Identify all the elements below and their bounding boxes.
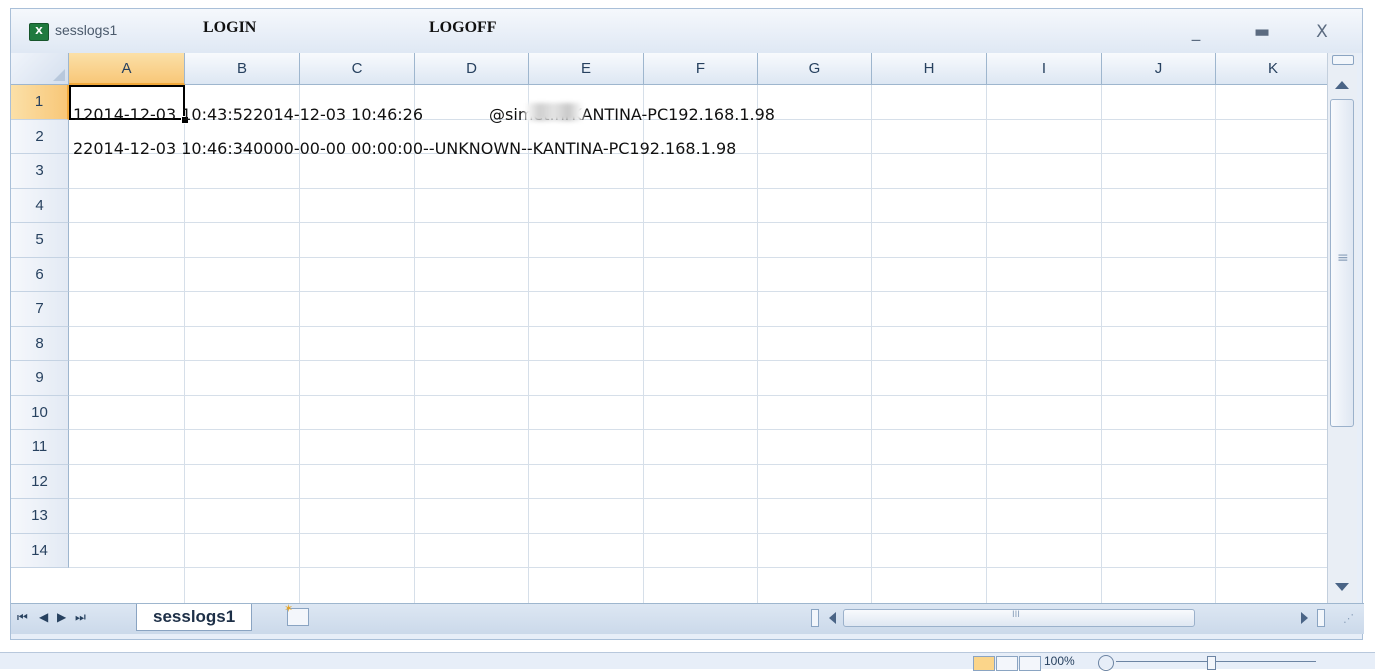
horizontal-scroll-thumb[interactable] bbox=[843, 609, 1195, 627]
row-gridline bbox=[69, 394, 1327, 396]
row-header-14[interactable]: 14 bbox=[11, 533, 69, 568]
column-header-d[interactable]: D bbox=[415, 53, 529, 85]
split-box-top[interactable] bbox=[1332, 55, 1354, 65]
row-gridline bbox=[69, 463, 1327, 465]
column-header-c[interactable]: C bbox=[300, 53, 415, 85]
vertical-scrollbar[interactable] bbox=[1327, 53, 1357, 603]
column-header-h[interactable]: H bbox=[872, 53, 987, 85]
zoom-level[interactable]: 100% bbox=[1044, 654, 1075, 668]
select-all-corner[interactable] bbox=[11, 53, 69, 85]
minimize-button[interactable]: _ bbox=[1179, 21, 1213, 43]
row-gridline bbox=[69, 567, 1327, 568]
column-gridline bbox=[414, 85, 415, 603]
excel-window: X sesslogs1 LOGIN LOGOFF _ ▬ X ABCDEFGHI… bbox=[10, 8, 1364, 640]
redaction-blur bbox=[525, 103, 583, 121]
row-header-8[interactable]: 8 bbox=[11, 326, 69, 361]
title-bar: X sesslogs1 LOGIN LOGOFF _ ▬ X bbox=[11, 9, 1362, 53]
last-sheet-icon[interactable]: ⏭ bbox=[75, 610, 86, 625]
row-gridline bbox=[69, 532, 1327, 534]
column-gridline bbox=[1101, 85, 1102, 603]
row-header-12[interactable]: 12 bbox=[11, 464, 69, 499]
vertical-scroll-thumb[interactable] bbox=[1330, 99, 1354, 427]
normal-view-button[interactable] bbox=[973, 656, 995, 671]
close-button[interactable]: X bbox=[1305, 21, 1339, 43]
status-bar: 100% bbox=[0, 652, 1375, 671]
zoom-out-icon[interactable] bbox=[1098, 655, 1114, 671]
row-header-11[interactable]: 11 bbox=[11, 430, 69, 465]
row-header-2[interactable]: 2 bbox=[11, 119, 69, 154]
column-gridline bbox=[986, 85, 987, 603]
cell-a2[interactable]: 22014-12-03 10:46:340000-00-00 00:00:00-… bbox=[73, 139, 736, 158]
column-header-j[interactable]: J bbox=[1102, 53, 1216, 85]
scroll-left-icon[interactable] bbox=[829, 612, 836, 624]
zoom-slider[interactable] bbox=[1116, 661, 1316, 662]
row-header-4[interactable]: 4 bbox=[11, 188, 69, 223]
column-header-i[interactable]: I bbox=[987, 53, 1102, 85]
row-gridline bbox=[69, 256, 1327, 258]
split-box-left[interactable] bbox=[811, 609, 819, 627]
row-header-6[interactable]: 6 bbox=[11, 257, 69, 292]
row-gridline bbox=[69, 325, 1327, 327]
insert-sheet-icon[interactable] bbox=[284, 602, 309, 626]
spreadsheet-grid[interactable]: ABCDEFGHIJK 1 2 3 4 5 6 7 8 9 10 11 12 13 14 12014-12… bbox=[11, 53, 1327, 603]
first-sheet-icon[interactable]: ⏮ bbox=[17, 610, 28, 625]
page-break-button[interactable] bbox=[1019, 656, 1041, 671]
column-gridline bbox=[871, 85, 872, 603]
logoff-annotation: LOGOFF bbox=[429, 19, 497, 36]
column-gridline bbox=[299, 85, 300, 603]
horizontal-scrollbar[interactable] bbox=[811, 609, 1331, 627]
row-gridline bbox=[69, 498, 1327, 499]
scroll-up-icon[interactable] bbox=[1335, 81, 1349, 89]
row-header-13[interactable]: 13 bbox=[11, 499, 69, 534]
login-annotation: LOGIN bbox=[203, 19, 257, 36]
row-gridline bbox=[69, 291, 1327, 292]
column-header-f[interactable]: F bbox=[644, 53, 758, 85]
row-header-1[interactable]: 1 bbox=[11, 85, 69, 120]
excel-app-icon[interactable]: X bbox=[29, 23, 49, 41]
row-header-9[interactable]: 9 bbox=[11, 361, 69, 396]
column-gridline bbox=[528, 85, 529, 603]
column-gridline bbox=[1215, 85, 1216, 603]
next-sheet-icon[interactable]: ▶ bbox=[57, 610, 66, 624]
column-gridline bbox=[757, 85, 758, 603]
window-title: sesslogs1 bbox=[55, 22, 118, 38]
prev-sheet-icon[interactable]: ◀ bbox=[39, 610, 48, 624]
row-header-7[interactable]: 7 bbox=[11, 292, 69, 327]
scroll-down-icon[interactable] bbox=[1335, 583, 1349, 591]
scroll-right-icon[interactable] bbox=[1301, 612, 1308, 624]
cell-a1[interactable]: 12014-12-03 10:43:522014-12-03 10:46:26 @… bbox=[73, 105, 775, 124]
maximize-button[interactable]: ▬ bbox=[1245, 21, 1279, 43]
row-gridline bbox=[69, 187, 1327, 189]
column-gridline bbox=[184, 85, 185, 603]
cell-a1-text: 12014-12-03 10:43:522014-12-03 10:46:26 bbox=[73, 105, 424, 124]
row-gridline bbox=[69, 222, 1327, 223]
column-gridline bbox=[643, 85, 644, 603]
row-gridline bbox=[69, 429, 1327, 430]
row-gridline bbox=[69, 360, 1327, 361]
row-header-10[interactable]: 10 bbox=[11, 395, 69, 430]
column-header-k[interactable]: K bbox=[1216, 53, 1327, 85]
row-header-5[interactable]: 5 bbox=[11, 223, 69, 258]
column-header-a[interactable]: A bbox=[69, 53, 185, 85]
column-header-b[interactable]: B bbox=[185, 53, 300, 85]
split-box-right[interactable] bbox=[1317, 609, 1325, 627]
resize-grip-icon[interactable]: ⋰ bbox=[1343, 612, 1354, 625]
page-layout-button[interactable] bbox=[996, 656, 1018, 671]
column-header-g[interactable]: G bbox=[758, 53, 872, 85]
sheet-tab-bar: ⏮ ◀ ▶ ⏭ sesslogs1 ⋰ bbox=[11, 602, 1364, 634]
row-header-3[interactable]: 3 bbox=[11, 154, 69, 189]
column-header-e[interactable]: E bbox=[529, 53, 644, 85]
sheet-tab-sesslogs1[interactable]: sesslogs1 bbox=[136, 604, 253, 631]
